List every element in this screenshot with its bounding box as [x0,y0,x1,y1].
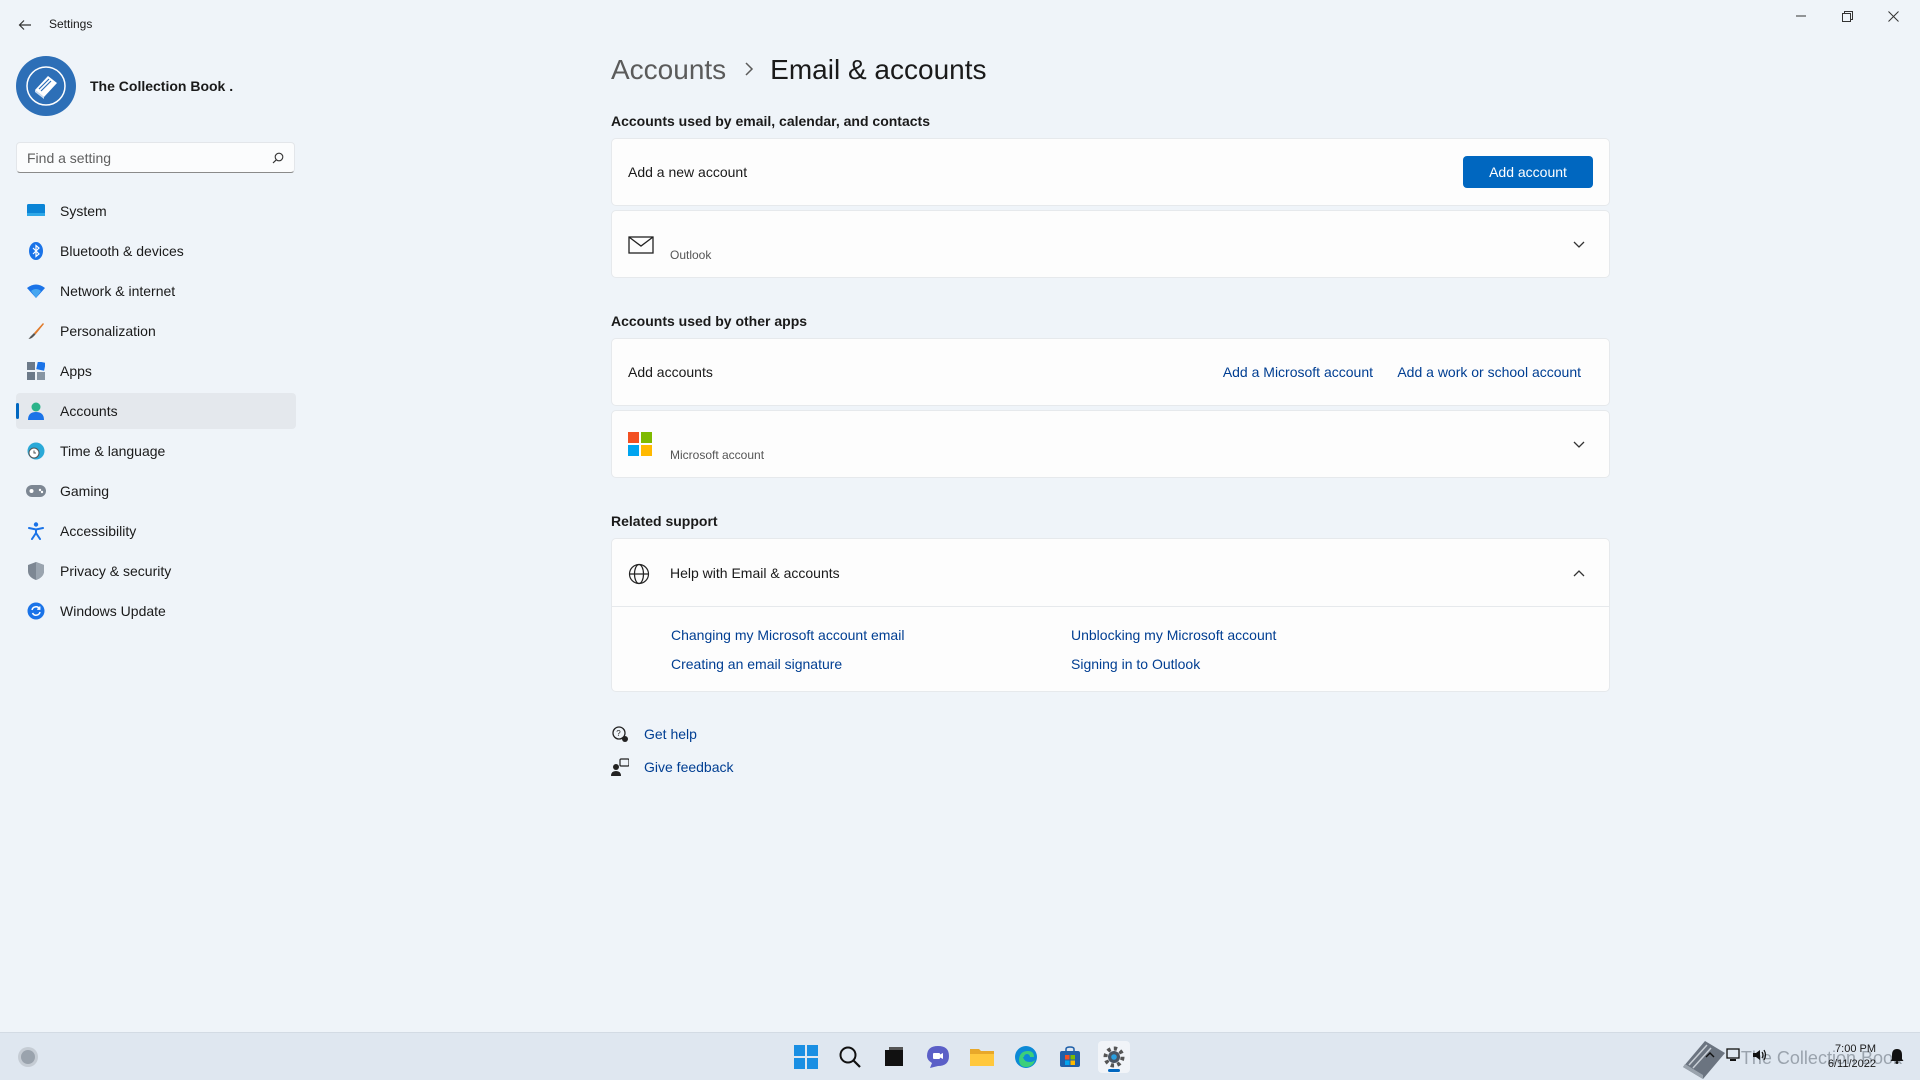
feedback-icon [611,758,629,776]
clock-date: 6/11/2022 [1827,1058,1876,1070]
wifi-icon [26,281,46,301]
get-help-row[interactable]: ? Get help [611,725,697,743]
accessibility-icon [26,521,46,541]
file-explorer-icon[interactable] [966,1041,998,1073]
chevron-down-icon[interactable] [1571,237,1587,253]
sidebar-item-gaming[interactable]: Gaming [16,473,296,509]
microsoft-account-type: Microsoft account [670,448,765,462]
title-bar: Settings [0,0,1920,48]
edge-icon[interactable] [1010,1041,1042,1073]
email-section-title: Accounts used by email, calendar, and co… [611,113,930,129]
clock[interactable]: 7:00 PM 6/11/2022 [1828,1042,1876,1072]
help-link-email-signature[interactable]: Creating an email signature [671,656,842,672]
sidebar-item-personalization[interactable]: Personalization [16,313,296,349]
sidebar-item-accessibility[interactable]: Accessibility [16,513,296,549]
related-support-title: Related support [611,513,718,529]
page-title: Email & accounts [770,54,987,85]
chat-icon[interactable] [922,1041,954,1073]
help-chat-icon: ? [611,725,629,743]
sidebar-item-accounts[interactable]: Accounts [16,393,296,429]
help-header[interactable]: Help with Email & accounts [612,539,1609,607]
sidebar-item-time-language[interactable]: Time & language [16,433,296,469]
help-link-changing-email[interactable]: Changing my Microsoft account email [671,627,904,643]
sidebar-item-apps[interactable]: Apps [16,353,296,389]
add-microsoft-account-link[interactable]: Add a Microsoft account [1223,364,1373,380]
breadcrumb-parent[interactable]: Accounts [611,54,726,86]
help-title: Help with Email & accounts [670,565,840,581]
start-button-icon[interactable] [790,1041,822,1073]
sidebar-item-bluetooth[interactable]: Bluetooth & devices [16,233,296,269]
give-feedback-link[interactable]: Give feedback [644,759,734,775]
task-view-icon[interactable] [878,1041,910,1073]
back-arrow-icon [18,20,31,30]
update-icon [26,601,46,621]
apps-icon [26,361,46,381]
globe-icon [628,563,650,588]
taskbar-search-icon[interactable] [834,1041,866,1073]
sidebar-item-network[interactable]: Network & internet [16,273,296,309]
clock-globe-icon [26,441,46,461]
brush-icon [26,321,46,341]
chevron-down-icon[interactable] [1571,437,1587,453]
gamepad-icon [26,481,46,501]
book-icon [26,66,66,106]
network-icon[interactable] [1726,1048,1742,1065]
app-title: Settings [49,17,93,31]
sidebar-item-windows-update[interactable]: Windows Update [16,593,296,629]
sidebar-item-system[interactable]: System [16,193,296,229]
clock-time: 7:00 PM [1835,1043,1876,1055]
sidebar-nav: System Bluetooth & devices Network & int… [16,193,296,633]
chevron-up-icon[interactable] [1704,1048,1716,1065]
search-box[interactable] [16,142,295,173]
get-help-link[interactable]: Get help [644,726,697,742]
profile-name: The Collection Book . [90,78,234,94]
system-icon [26,201,46,221]
back-button[interactable] [14,14,36,36]
outlook-account-card[interactable]: Outlook [611,210,1610,278]
help-card: Help with Email & accounts Changing my M… [611,538,1610,692]
close-icon [1887,10,1899,22]
notification-bell-icon[interactable] [1890,1048,1904,1067]
store-icon[interactable] [1054,1041,1086,1073]
help-link-signing-outlook[interactable]: Signing in to Outlook [1071,656,1200,672]
settings-gear-icon[interactable] [1098,1041,1130,1073]
person-icon [26,401,46,421]
close-button[interactable] [1870,4,1916,28]
volume-icon[interactable] [1752,1048,1768,1065]
system-tray [1704,1048,1768,1065]
give-feedback-row[interactable]: Give feedback [611,758,734,776]
shield-icon [26,561,46,581]
microsoft-account-card[interactable]: Microsoft account [611,410,1610,478]
mail-icon [628,236,654,257]
add-account-button[interactable]: Add account [1463,156,1593,188]
breadcrumb: Accounts Email & accounts [611,54,987,86]
outlook-account-type: Outlook [670,248,712,262]
taskbar: The Collection Book 7:00 PM 6/11/2022 [0,1032,1920,1080]
avatar[interactable] [16,56,76,116]
other-apps-section-title: Accounts used by other apps [611,313,808,329]
help-link-unblocking[interactable]: Unblocking my Microsoft account [1071,627,1276,643]
add-new-account-label: Add a new account [628,164,748,180]
search-input[interactable] [27,149,272,166]
bluetooth-icon [26,241,46,261]
svg-text:?: ? [616,729,621,738]
widgets-icon[interactable] [12,1041,44,1073]
restore-button[interactable] [1824,4,1870,28]
search-icon[interactable] [272,152,284,164]
breadcrumb-chevron-icon [744,59,754,82]
microsoft-logo-icon [628,432,652,459]
chevron-up-icon[interactable] [1571,565,1587,581]
add-new-account-card: Add a new account Add account [611,138,1610,206]
minimize-button[interactable] [1778,4,1824,28]
restore-icon [1841,10,1853,22]
user-profile: The Collection Book . [16,56,233,116]
minimize-icon [1796,15,1806,17]
sidebar-item-privacy-security[interactable]: Privacy & security [16,553,296,589]
add-work-school-account-link[interactable]: Add a work or school account [1397,364,1581,380]
add-accounts-label: Add accounts [628,364,713,380]
add-accounts-card: Add accounts Add a Microsoft account Add… [611,338,1610,406]
